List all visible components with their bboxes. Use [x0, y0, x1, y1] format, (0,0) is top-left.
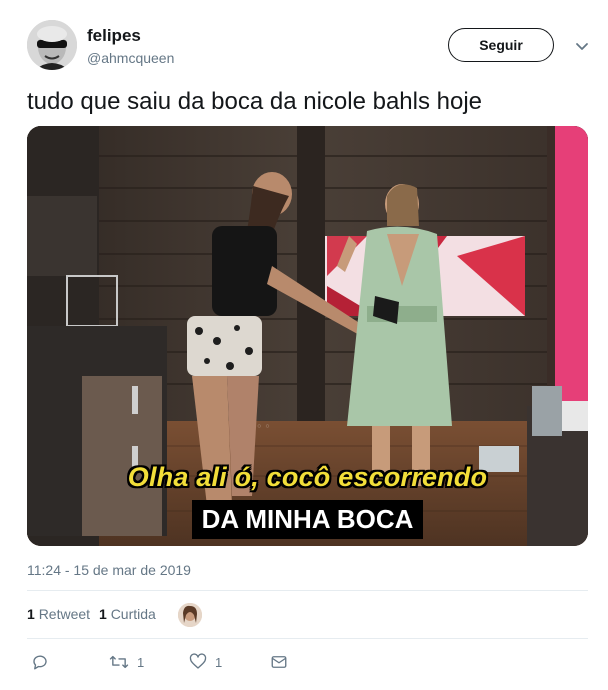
retweets-count: 1 [27, 606, 35, 622]
user-avatar[interactable] [27, 20, 77, 70]
like-button[interactable]: 1 [189, 652, 222, 672]
retweet-button[interactable]: 1 [109, 652, 144, 672]
tweet-header: felipes @ahmcqueen Seguir [27, 20, 592, 76]
envelope-icon [271, 656, 287, 668]
reply-button[interactable] [31, 652, 57, 672]
divider-bottom [27, 638, 588, 639]
retweets-label: Retweet [38, 606, 91, 622]
retweets-stat[interactable]: 1 Retweet [27, 606, 90, 622]
chevron-down-icon[interactable] [572, 36, 592, 56]
likes-stat[interactable]: 1 Curtida [99, 606, 156, 622]
reply-icon [33, 655, 47, 670]
heart-icon [189, 653, 207, 669]
tweet-text: tudo que saiu da boca da nicole bahls ho… [27, 88, 483, 115]
media-watermark: ◦ ◦ [257, 418, 270, 433]
retweet-count: 1 [137, 654, 145, 670]
media-caption-line2-wrap: DA MINHA BOCA [27, 500, 588, 539]
likes-count: 1 [99, 606, 107, 622]
tweet-timestamp[interactable]: 11:24 - 15 de mar de 2019 [27, 562, 191, 578]
media-caption-line2: DA MINHA BOCA [191, 500, 424, 539]
tweet-media-image[interactable]: ◦ ◦ Olha ali ó, cocô escorrendo DA MINHA… [27, 126, 588, 546]
user-handle[interactable]: @ahmcqueen [87, 50, 174, 66]
follow-button[interactable]: Seguir [448, 28, 554, 62]
likes-label: Curtida [110, 606, 156, 622]
liker-avatar[interactable] [178, 603, 202, 627]
user-display-name[interactable]: felipes [87, 26, 141, 46]
direct-message-button[interactable] [270, 652, 288, 672]
divider-top [27, 590, 588, 591]
tweet-actions: 1 1 [27, 652, 588, 676]
like-count: 1 [215, 654, 223, 670]
retweet-icon [109, 655, 129, 669]
media-caption-line1: Olha ali ó, cocô escorrendo [127, 462, 488, 492]
